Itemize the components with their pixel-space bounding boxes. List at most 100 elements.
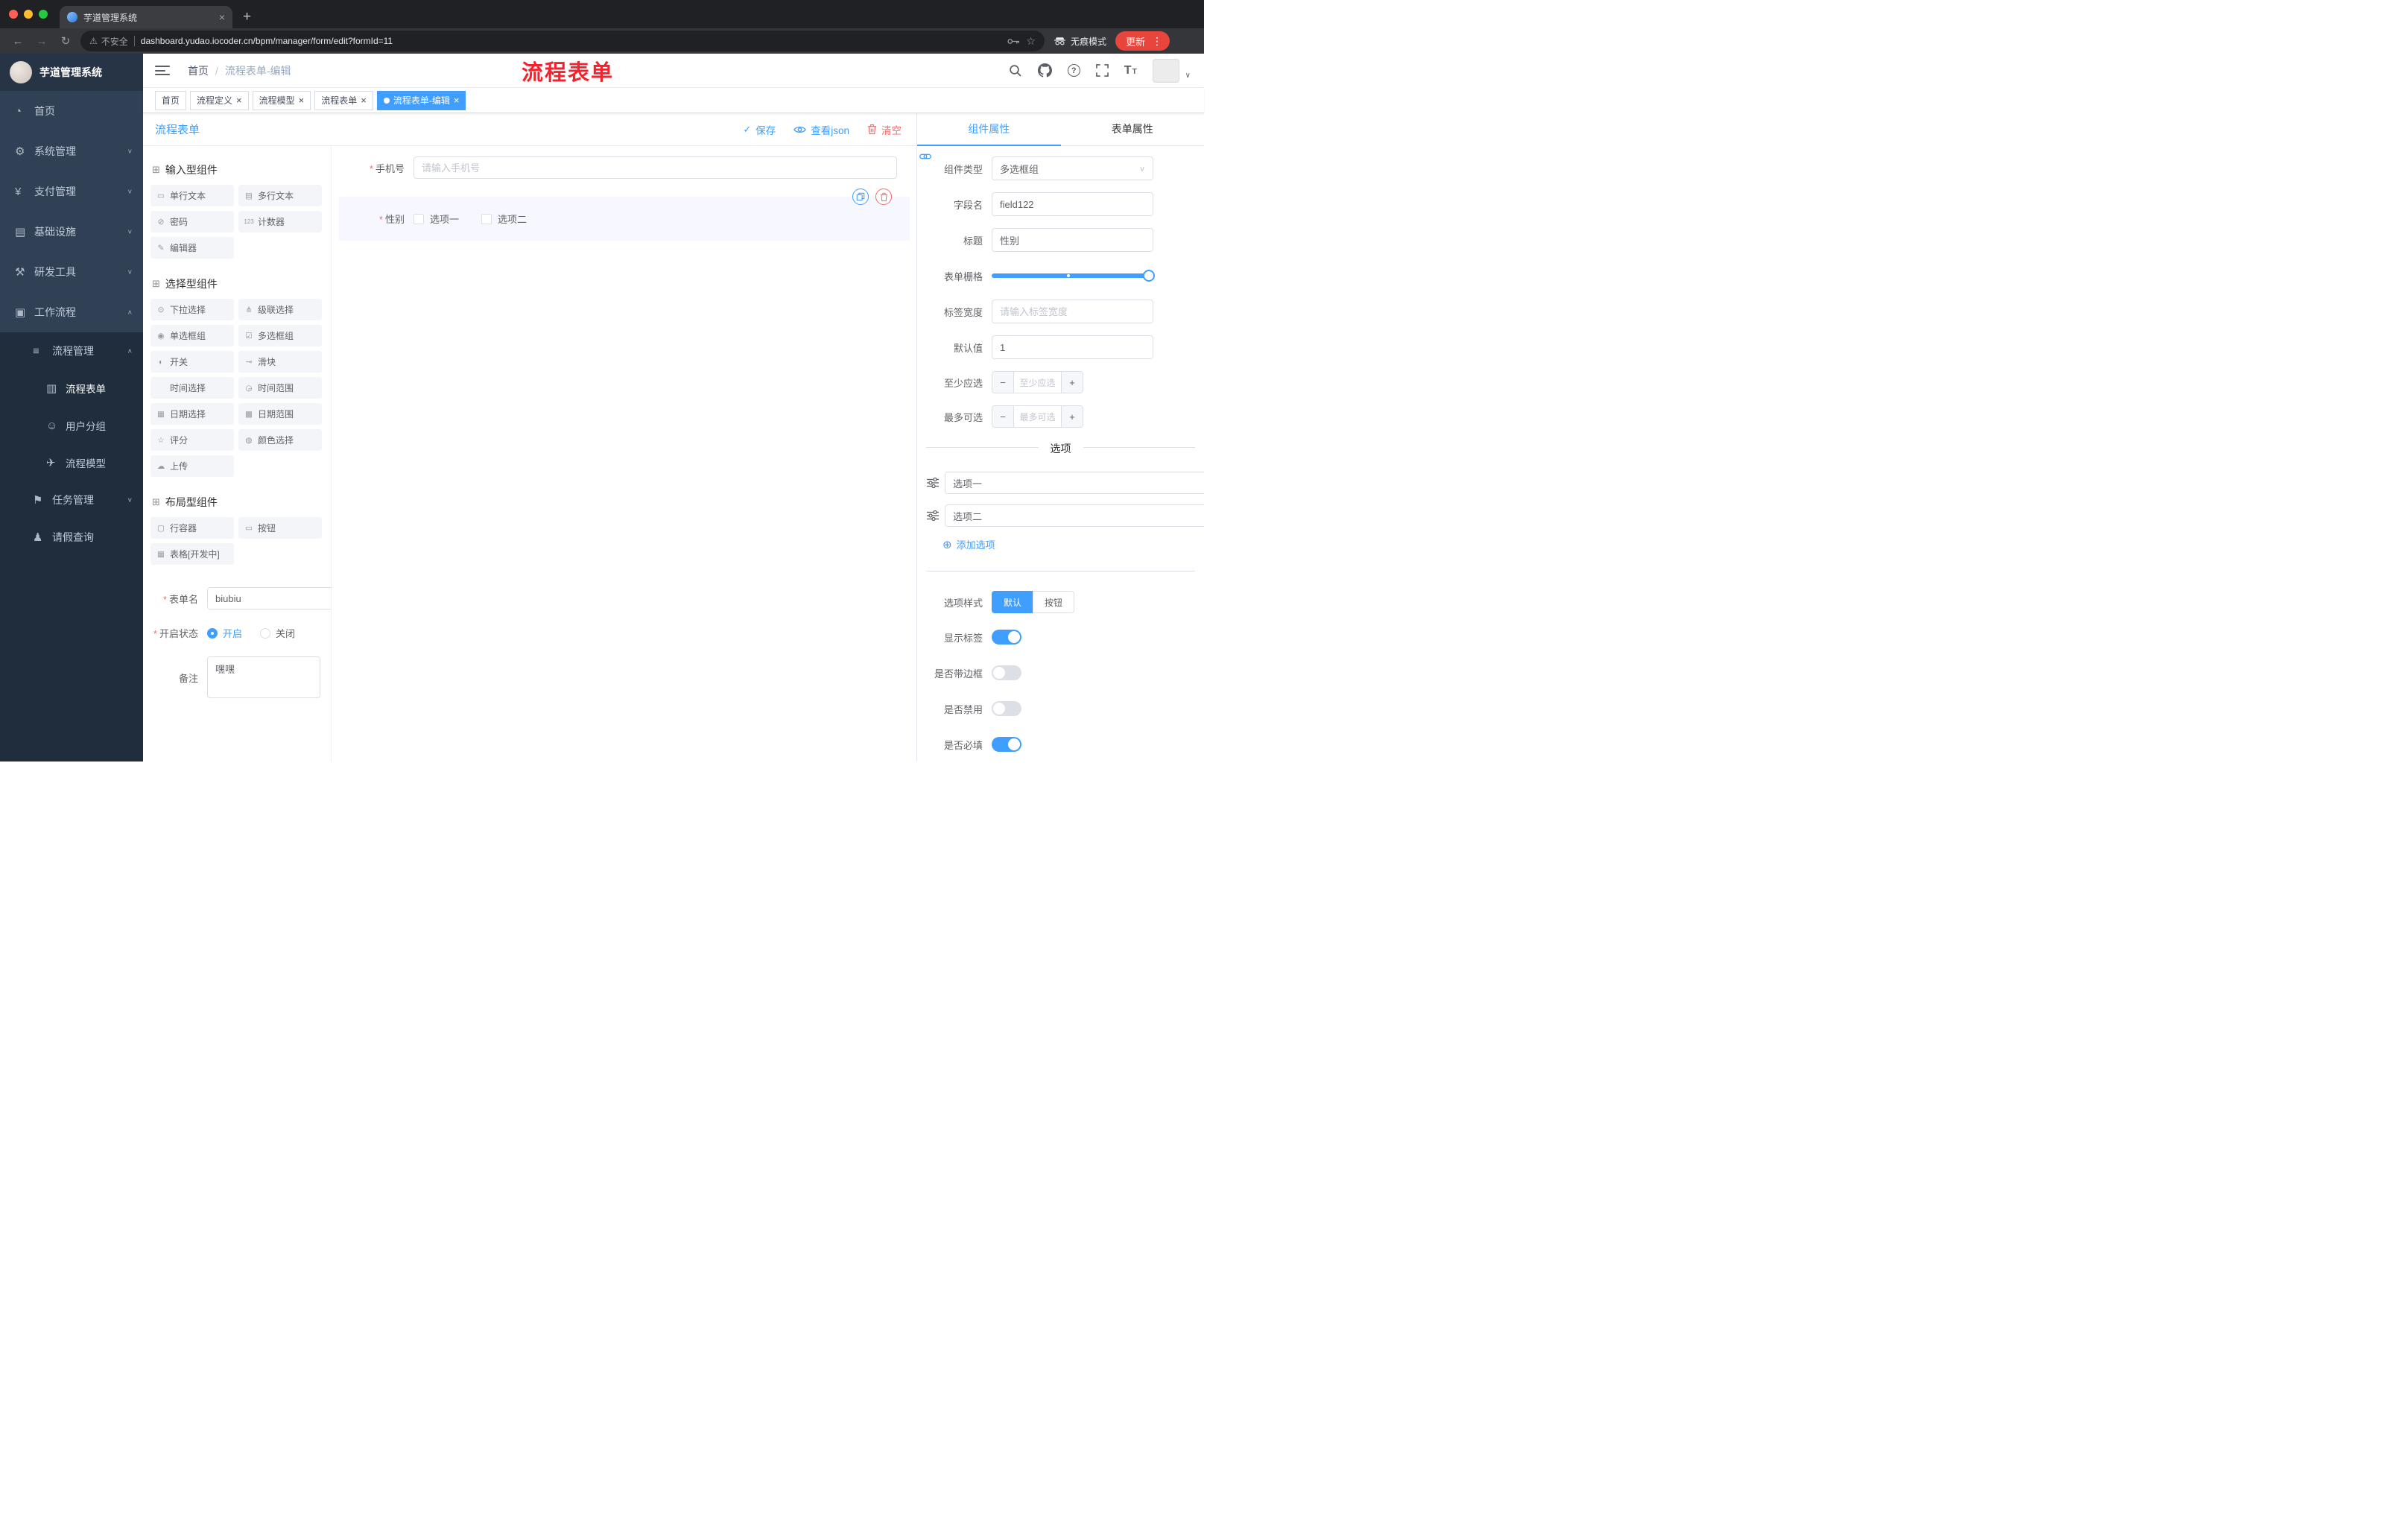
sidebar-item-leave-query[interactable]: ♟ 请假查询 xyxy=(0,519,143,556)
increase-button[interactable]: + xyxy=(1061,406,1083,427)
palette-item-editor[interactable]: ✎ 编辑器 xyxy=(150,237,234,259)
security-indicator[interactable]: ⚠ 不安全 xyxy=(89,35,128,48)
field-name-input[interactable] xyxy=(992,192,1153,216)
sidebar-item-payment-management[interactable]: ¥ 支付管理 ∨ xyxy=(0,171,143,212)
tab-component-properties[interactable]: 组件属性 xyxy=(917,113,1061,146)
label-width-input[interactable] xyxy=(992,300,1153,323)
add-option-button[interactable]: ⊕ 添加选项 xyxy=(942,537,1204,551)
window-minimize-button[interactable] xyxy=(24,10,33,19)
option-two-checkbox[interactable]: 选项二 xyxy=(481,212,527,226)
palette-item-password[interactable]: ⊘ 密码 xyxy=(150,211,234,232)
new-tab-button[interactable]: + xyxy=(243,9,251,25)
max-select-value[interactable]: 最多可选 xyxy=(1014,406,1061,427)
back-button[interactable]: ← xyxy=(9,35,27,48)
sidebar-item-process-model[interactable]: ✈ 流程模型 xyxy=(0,444,143,481)
bookmark-star-icon[interactable]: ☆ xyxy=(1026,35,1036,48)
document-link-icon[interactable] xyxy=(919,151,931,162)
palette-item-radio-group[interactable]: ◉ 单选框组 xyxy=(150,325,234,346)
close-icon[interactable]: × xyxy=(299,95,305,105)
drag-handle-icon[interactable] xyxy=(927,510,939,521)
status-off-radio[interactable]: 关闭 xyxy=(260,626,295,640)
sidebar-item-process-management[interactable]: ≡ 流程管理 ∧ xyxy=(0,332,143,370)
palette-item-rate[interactable]: ☆ 评分 xyxy=(150,429,234,451)
palette-item-table[interactable]: ▦ 表格[开发中] xyxy=(150,543,234,565)
palette-item-date-picker[interactable]: ▦ 日期选择 xyxy=(150,403,234,425)
min-select-value[interactable]: 至少应选 xyxy=(1014,372,1061,393)
window-close-button[interactable] xyxy=(9,10,18,19)
tab-form-properties[interactable]: 表单属性 xyxy=(1061,113,1205,145)
tag-home[interactable]: 首页 xyxy=(155,90,187,110)
help-icon[interactable]: ? xyxy=(1067,64,1080,77)
search-icon[interactable] xyxy=(1009,64,1022,77)
sidebar-item-user-group[interactable]: ☺ 用户分组 xyxy=(0,407,143,444)
disabled-switch[interactable] xyxy=(992,701,1021,716)
option-label-input[interactable] xyxy=(945,472,1204,494)
bordered-switch[interactable] xyxy=(992,665,1021,680)
avatar[interactable] xyxy=(1152,58,1179,83)
clear-button[interactable]: 清空 xyxy=(867,122,902,137)
close-icon[interactable]: × xyxy=(454,95,460,105)
default-value-input[interactable] xyxy=(992,335,1153,359)
decrease-button[interactable]: − xyxy=(992,406,1014,427)
option-one-checkbox[interactable]: 选项一 xyxy=(414,212,459,226)
palette-item-upload[interactable]: ☁ 上传 xyxy=(150,455,234,477)
palette-item-slider[interactable]: ⊸ 滑块 xyxy=(238,351,322,373)
github-icon[interactable] xyxy=(1037,63,1052,77)
show-label-switch[interactable] xyxy=(992,630,1021,645)
status-on-radio[interactable]: 开启 xyxy=(207,626,242,640)
palette-item-dropdown[interactable]: ⊙ 下拉选择 xyxy=(150,299,234,320)
form-remark-textarea[interactable]: 嘿嘿 xyxy=(207,656,320,698)
reload-button[interactable]: ↻ xyxy=(57,34,75,48)
sidebar-item-process-form[interactable]: ▥ 流程表单 xyxy=(0,370,143,407)
app-logo[interactable]: 芋道管理系统 xyxy=(0,54,143,91)
sidebar-item-workflow[interactable]: ▣ 工作流程 ∧ xyxy=(0,292,143,332)
window-zoom-button[interactable] xyxy=(39,10,48,19)
palette-item-single-line-text[interactable]: ▭ 单行文本 xyxy=(150,185,234,206)
font-size-icon[interactable]: T T xyxy=(1124,64,1137,77)
close-icon[interactable]: × xyxy=(236,95,242,105)
sidebar-item-home[interactable]: ◔ 首页 xyxy=(0,91,143,131)
tag-process-form-edit[interactable]: 流程表单-编辑 × xyxy=(376,90,466,110)
increase-button[interactable]: + xyxy=(1061,372,1083,393)
browser-tab[interactable]: 芋道管理系统 × xyxy=(60,6,232,28)
address-bar[interactable]: ⚠ 不安全 dashboard.yudao.iocoder.cn/bpm/man… xyxy=(80,31,1045,51)
palette-item-time-range[interactable]: ◶ 时间范围 xyxy=(238,377,322,399)
tag-process-form[interactable]: 流程表单 × xyxy=(314,90,373,110)
palette-item-multi-line-text[interactable]: ▤ 多行文本 xyxy=(238,185,322,206)
canvas-field-phone[interactable]: * 手机号 xyxy=(339,156,897,179)
option-label-input[interactable] xyxy=(945,504,1204,527)
form-name-input[interactable] xyxy=(207,587,331,609)
copy-component-button[interactable] xyxy=(852,189,869,205)
tag-process-definition[interactable]: 流程定义 × xyxy=(190,90,249,110)
canvas-field-gender-selected[interactable]: * 性别 选项一 选项二 xyxy=(339,189,910,241)
key-icon[interactable] xyxy=(1007,37,1020,45)
component-type-select[interactable]: 多选框组 ∨ xyxy=(992,156,1153,180)
tag-process-model[interactable]: 流程模型 × xyxy=(252,90,311,110)
palette-item-cascader[interactable]: ⋔ 级联选择 xyxy=(238,299,322,320)
close-icon[interactable]: × xyxy=(361,95,367,105)
style-button-button[interactable]: 按钮 xyxy=(1033,591,1075,613)
sidebar-item-dev-tools[interactable]: ⚒ 研发工具 ∨ xyxy=(0,252,143,292)
delete-component-button[interactable] xyxy=(875,189,892,205)
sidebar-item-infrastructure[interactable]: ▤ 基础设施 ∨ xyxy=(0,212,143,252)
style-default-button[interactable]: 默认 xyxy=(992,591,1033,613)
save-button[interactable]: ✓ 保存 xyxy=(743,122,776,137)
tab-close-icon[interactable]: × xyxy=(219,11,225,23)
view-json-button[interactable]: 查看json xyxy=(793,122,849,137)
title-input[interactable] xyxy=(992,228,1153,252)
url-text[interactable]: dashboard.yudao.iocoder.cn/bpm/manager/f… xyxy=(141,36,1002,46)
browser-update-button[interactable]: 更新 ⋮ xyxy=(1115,31,1170,51)
sidebar-item-system-management[interactable]: ⚙ 系统管理 ∨ xyxy=(0,131,143,171)
phone-input[interactable] xyxy=(414,156,897,179)
form-canvas[interactable]: *手机号 *性别 选项一 选项二 xyxy=(332,146,916,762)
required-switch[interactable] xyxy=(992,737,1021,752)
form-grid-slider[interactable] xyxy=(992,264,1155,288)
palette-item-switch[interactable]: ◐ 开关 xyxy=(150,351,234,373)
palette-item-button[interactable]: ▭ 按钮 xyxy=(238,517,322,539)
palette-item-checkbox-group[interactable]: ☑ 多选框组 xyxy=(238,325,322,346)
forward-button[interactable]: → xyxy=(33,35,51,48)
fullscreen-icon[interactable] xyxy=(1095,64,1109,77)
palette-item-counter[interactable]: 123 计数器 xyxy=(238,211,322,232)
slider-handle[interactable] xyxy=(1143,270,1155,282)
palette-item-date-range[interactable]: ▩ 日期范围 xyxy=(238,403,322,425)
